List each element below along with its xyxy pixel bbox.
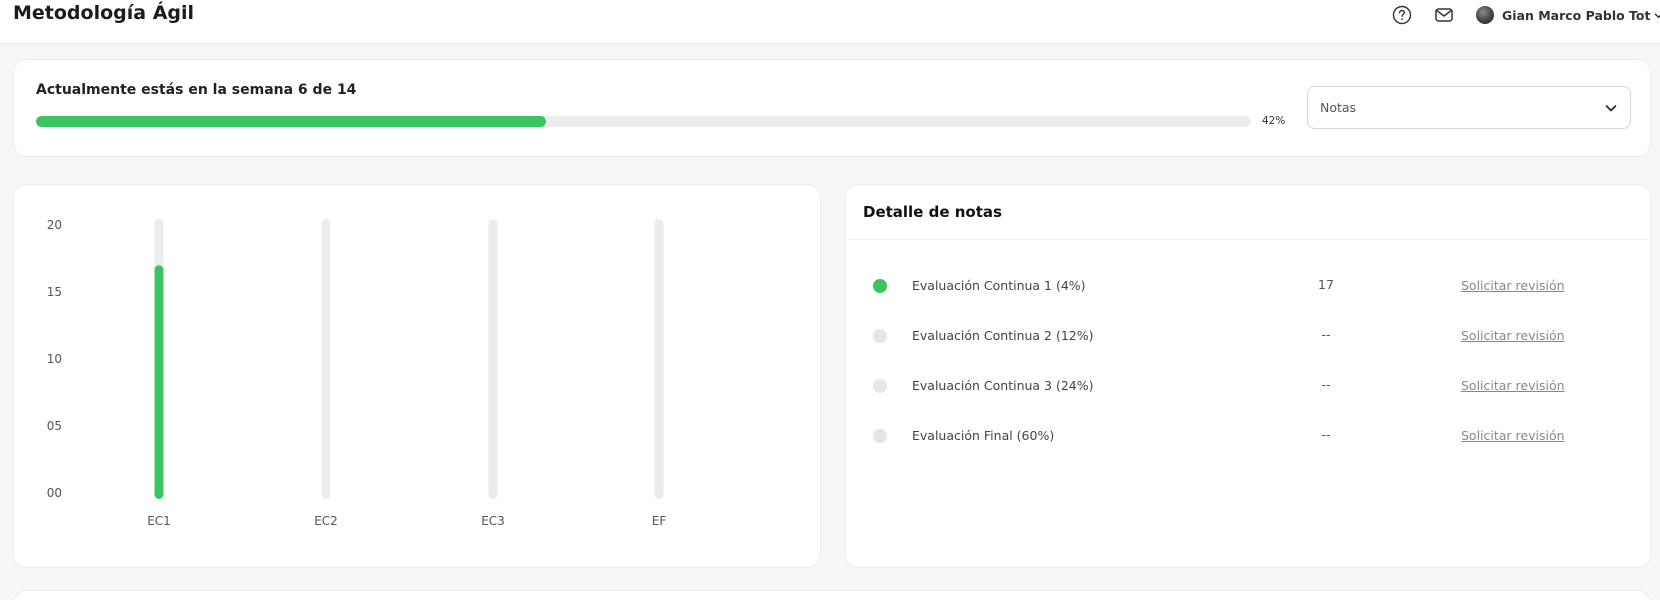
status-dot (873, 429, 887, 443)
week-progress-percent: 42% (1262, 115, 1286, 127)
week-progress-card: Actualmente estás en la semana 6 de 14 4… (13, 59, 1651, 157)
request-review-link[interactable]: Solicitar revisión (1461, 378, 1565, 393)
view-select[interactable]: Notas (1307, 86, 1631, 129)
y-tick-label: 20 (47, 218, 62, 232)
chevron-down-icon (1654, 11, 1660, 20)
request-review-link[interactable]: Solicitar revisión (1461, 278, 1565, 293)
bar-track (654, 219, 664, 499)
y-tick-label: 05 (47, 419, 62, 433)
bottom-card (13, 590, 1651, 600)
note-label: Evaluación Continua 3 (24%) (912, 378, 1094, 393)
user-menu[interactable]: Gian Marco Pablo Tot (1476, 4, 1660, 26)
note-label: Evaluación Continua 1 (4%) (912, 278, 1086, 293)
chevron-down-icon (1604, 101, 1618, 115)
user-name: Gian Marco Pablo Tot (1502, 7, 1651, 23)
bar-track (321, 219, 331, 499)
note-label: Evaluación Final (60%) (912, 428, 1055, 443)
week-progress-text: Actualmente estás en la semana 6 de 14 (36, 82, 357, 98)
status-dot (873, 279, 887, 293)
view-select-value: Notas (1320, 100, 1357, 115)
week-progress-bar (36, 116, 1251, 127)
help-circle-icon[interactable] (1391, 4, 1413, 26)
bar-track (488, 219, 498, 499)
note-row: Evaluación Continua 3 (24%) -- Solicitar… (846, 371, 1650, 401)
grades-chart: 00 05 10 15 20 EC1 EC2 EC3 EF (47, 218, 667, 528)
x-tick-label: EF (652, 514, 667, 528)
note-score: -- (1321, 377, 1331, 392)
week-progress-fill (36, 116, 547, 127)
note-score: 17 (1318, 277, 1334, 292)
status-dot (873, 329, 887, 343)
bar-ec1 (154, 265, 164, 499)
notes-detail-title: Detalle de notas (863, 203, 1002, 221)
page-title: Metodología Ágil (13, 2, 195, 24)
status-dot (873, 379, 887, 393)
request-review-link[interactable]: Solicitar revisión (1461, 428, 1565, 443)
x-tick-label: EC2 (314, 514, 338, 528)
mail-icon[interactable] (1433, 4, 1455, 26)
grades-chart-card: 00 05 10 15 20 EC1 EC2 EC3 EF (13, 184, 821, 568)
top-bar: Metodología Ágil Gian Marco Pablo Tot (0, 0, 1660, 44)
note-score: -- (1321, 427, 1331, 442)
x-tick-label: EC3 (481, 514, 505, 528)
divider (846, 239, 1650, 240)
y-tick-label: 15 (47, 285, 62, 299)
note-row: Evaluación Final (60%) -- Solicitar revi… (846, 421, 1650, 451)
x-tick-label: EC1 (147, 514, 171, 528)
note-row: Evaluación Continua 1 (4%) 17 Solicitar … (846, 271, 1650, 301)
y-tick-label: 00 (47, 486, 62, 500)
note-label: Evaluación Continua 2 (12%) (912, 328, 1094, 343)
note-row: Evaluación Continua 2 (12%) -- Solicitar… (846, 321, 1650, 351)
notes-detail-card: Detalle de notas Evaluación Continua 1 (… (845, 184, 1651, 568)
y-tick-label: 10 (47, 352, 62, 366)
avatar (1476, 6, 1494, 24)
note-score: -- (1321, 327, 1331, 342)
request-review-link[interactable]: Solicitar revisión (1461, 328, 1565, 343)
